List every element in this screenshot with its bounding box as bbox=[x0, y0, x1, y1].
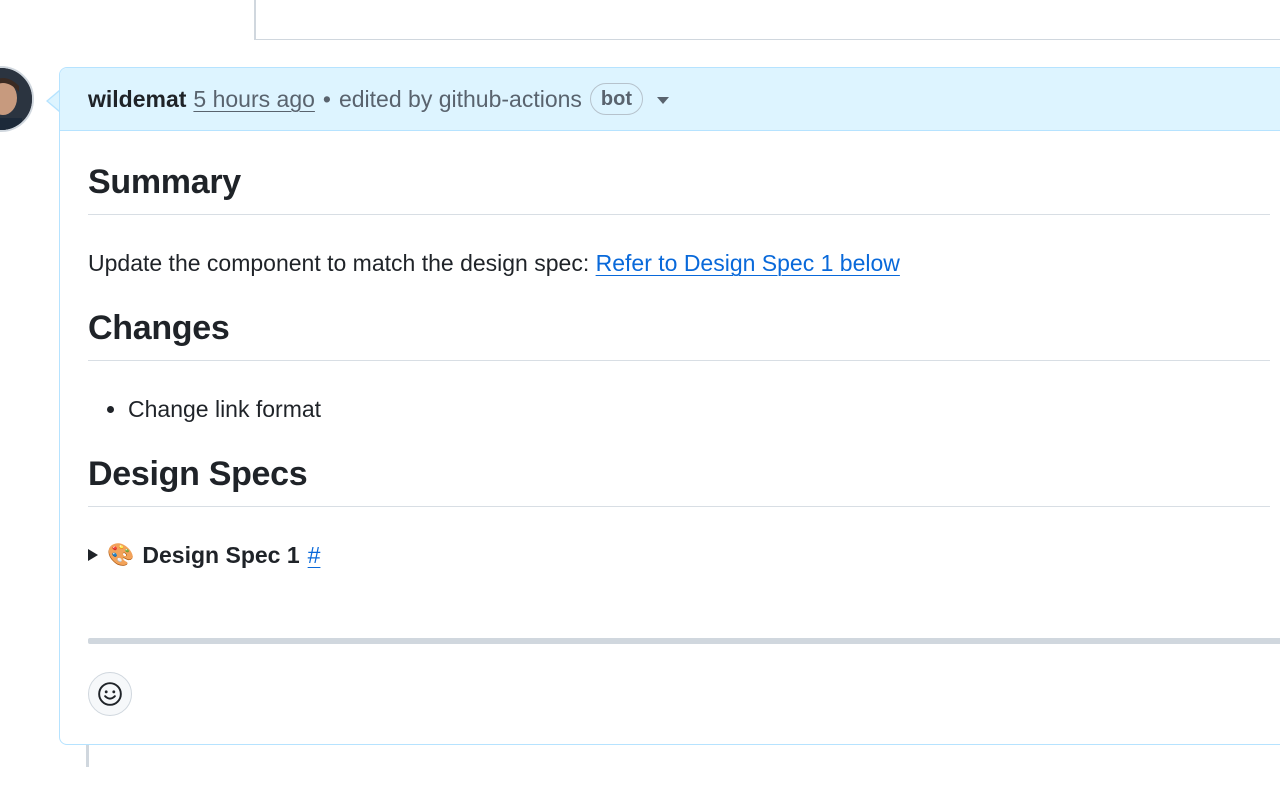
design-spec-title: Design Spec 1 bbox=[142, 542, 300, 568]
smiley-icon bbox=[98, 682, 122, 706]
comment-divider bbox=[88, 638, 1280, 644]
summary-heading: Summary bbox=[88, 163, 1270, 215]
design-spec-details-summary[interactable]: 🎨 Design Spec 1 # bbox=[88, 541, 1270, 569]
triangle-right-icon[interactable] bbox=[88, 549, 98, 561]
edited-by-text: edited by github-actions bbox=[338, 85, 582, 112]
avatar[interactable] bbox=[0, 66, 34, 132]
design-specs-heading: Design Specs bbox=[88, 455, 1270, 507]
separator-dot: • bbox=[322, 85, 331, 112]
author-link[interactable]: wildemat bbox=[88, 86, 186, 113]
comment-box: wildemat 5 hours ago • edited by github-… bbox=[59, 67, 1280, 745]
timestamp-link[interactable]: 5 hours ago bbox=[193, 86, 314, 113]
summary-text: Update the component to match the design… bbox=[88, 250, 590, 276]
bot-badge: bot bbox=[589, 83, 643, 115]
add-reaction-button[interactable] bbox=[88, 672, 132, 716]
list-item: Change link format bbox=[128, 395, 1270, 423]
timeline-connector-bottom bbox=[86, 745, 89, 767]
design-spec-link[interactable]: Refer to Design Spec 1 below bbox=[596, 250, 900, 276]
changes-heading: Changes bbox=[88, 309, 1270, 361]
anchor-link[interactable]: # bbox=[308, 541, 321, 569]
changes-list: Change link format bbox=[88, 395, 1270, 423]
chevron-down-icon[interactable] bbox=[657, 97, 669, 104]
summary-paragraph: Update the component to match the design… bbox=[88, 249, 1270, 277]
comment-body: Summary Update the component to match th… bbox=[60, 163, 1280, 569]
timeline-connector-top bbox=[254, 0, 1280, 40]
palette-emoji: 🎨 bbox=[107, 542, 135, 567]
comment-header: wildemat 5 hours ago • edited by github-… bbox=[60, 68, 1280, 131]
